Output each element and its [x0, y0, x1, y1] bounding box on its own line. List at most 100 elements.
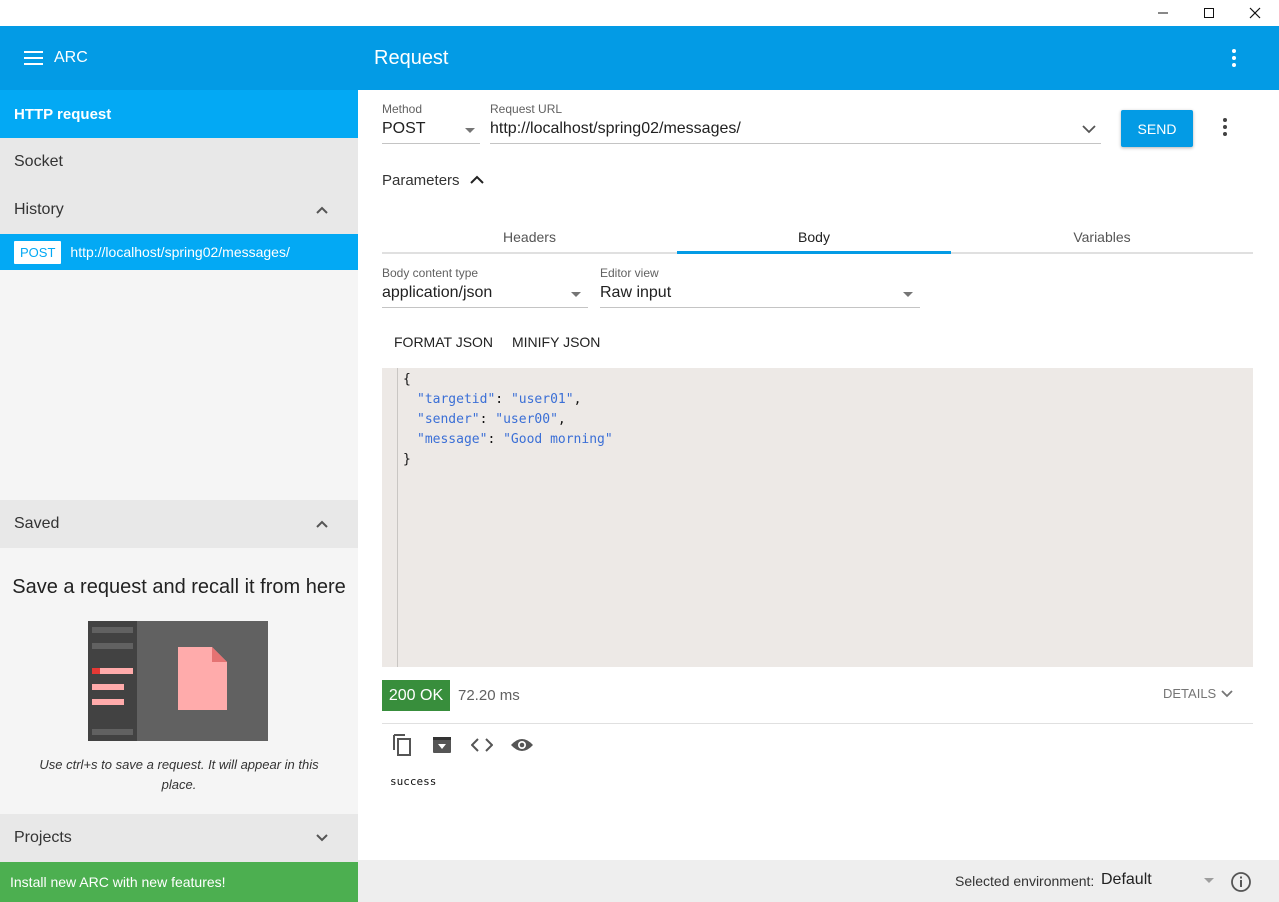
- editor-view-label: Editor view: [600, 266, 659, 280]
- saved-illustration-icon: [88, 621, 268, 741]
- tab-label: Variables: [1073, 229, 1131, 245]
- history-section-header[interactable]: History: [0, 186, 358, 234]
- nav-item-label: Socket: [14, 153, 63, 170]
- editor-view-value: Raw input: [600, 284, 672, 301]
- copy-button[interactable]: [390, 733, 414, 757]
- footer-bar: Selected environment: Default: [358, 860, 1279, 902]
- minimize-button[interactable]: [1140, 0, 1186, 26]
- info-button[interactable]: [1230, 871, 1252, 893]
- chevron-up-icon: [469, 175, 484, 184]
- install-banner-text: Install new ARC with new features!: [10, 874, 226, 890]
- status-badge: 200 OK: [382, 680, 450, 711]
- more-vert-icon: [1232, 49, 1236, 67]
- page-title: Request: [374, 47, 449, 69]
- minify-json-button[interactable]: MINIFY JSON: [512, 334, 600, 350]
- nav-item-socket[interactable]: Socket: [0, 138, 358, 186]
- dropdown-arrow-icon: [903, 292, 913, 297]
- method-label: Method: [382, 102, 423, 116]
- save-response-button[interactable]: [430, 733, 454, 757]
- tab-label: Headers: [503, 229, 556, 245]
- code-line: "sender": "user00",: [417, 412, 566, 427]
- url-underline: [490, 143, 1101, 144]
- body-content-type-select[interactable]: Body content type application/json: [382, 266, 588, 308]
- dropdown-arrow-icon: [465, 128, 475, 133]
- dropdown-arrow-icon: [571, 292, 581, 297]
- tab-variables[interactable]: Variables: [951, 220, 1253, 254]
- hamburger-menu-icon: [24, 51, 43, 65]
- window-titlebar: [0, 0, 1279, 26]
- details-label: DETAILS: [1163, 686, 1217, 701]
- sidebar-header: ARC: [0, 26, 358, 90]
- json-key: "message": [417, 432, 488, 447]
- response-time: 72.20 ms: [458, 687, 520, 704]
- history-url: http://localhost/spring02/messages/: [70, 244, 290, 260]
- json-value: "user00": [495, 412, 558, 427]
- main-header: Request: [358, 26, 1279, 90]
- section-title: Projects: [14, 829, 72, 846]
- code-line-open: {: [403, 372, 411, 387]
- editor-gutter: [382, 368, 398, 667]
- env-value: Default: [1101, 871, 1152, 888]
- minimize-icon: [1158, 12, 1168, 14]
- format-json-button[interactable]: FORMAT JSON: [394, 334, 493, 350]
- editor-view-underline: [600, 307, 920, 308]
- method-underline: [382, 143, 480, 144]
- code-line-close: }: [403, 452, 411, 467]
- parameters-label: Parameters: [382, 171, 460, 189]
- empty-state-title: Save a request and recall it from here: [12, 576, 346, 598]
- chevron-down-icon[interactable]: [1082, 124, 1096, 134]
- json-value: "user01": [510, 392, 574, 407]
- section-title: Saved: [14, 515, 60, 532]
- code-view-button[interactable]: [470, 733, 494, 757]
- menu-button[interactable]: [24, 50, 44, 71]
- sidebar: ARC HTTP request Socket History POST htt…: [0, 26, 358, 902]
- chevron-down-icon: [1221, 689, 1233, 697]
- section-title: History: [14, 201, 64, 218]
- send-button-label: SEND: [1137, 120, 1177, 137]
- chevron-up-icon[interactable]: [314, 202, 330, 218]
- url-input[interactable]: http://localhost/spring02/messages/: [490, 120, 1101, 138]
- nav-item-label: HTTP request: [14, 105, 112, 123]
- close-window-button[interactable]: [1232, 0, 1278, 26]
- tab-body[interactable]: Body: [677, 220, 951, 254]
- json-value: "Good morning": [503, 432, 613, 447]
- tab-label: Body: [798, 229, 830, 245]
- install-banner[interactable]: Install new ARC with new features!: [0, 862, 358, 902]
- code-icon: [471, 738, 493, 752]
- maximize-button[interactable]: [1186, 0, 1232, 26]
- empty-state-hint: Use ctrl+s to save a request. It will ap…: [39, 757, 319, 792]
- request-menu-button[interactable]: [1213, 115, 1237, 139]
- code-line: "targetid": "user01",: [417, 392, 582, 407]
- url-field[interactable]: Request URL http://localhost/spring02/me…: [490, 102, 1101, 144]
- method-badge: POST: [14, 240, 62, 264]
- eye-icon: [511, 739, 533, 751]
- header-menu-button[interactable]: [1222, 46, 1246, 70]
- method-select[interactable]: Method POST: [382, 102, 480, 144]
- preview-button[interactable]: [510, 733, 534, 757]
- env-select[interactable]: Default: [1101, 868, 1217, 892]
- request-panel: Method POST Request URL http://localhost…: [358, 90, 1278, 860]
- chevron-up-icon[interactable]: [314, 516, 330, 532]
- url-label: Request URL: [490, 102, 563, 116]
- parameters-toggle[interactable]: Parameters: [382, 170, 484, 190]
- nav-item-http-request[interactable]: HTTP request: [0, 90, 358, 138]
- copy-icon: [393, 734, 411, 756]
- saved-empty-state: Save a request and recall it from here U…: [0, 548, 358, 814]
- archive-icon: [433, 737, 451, 753]
- info-icon: [1231, 872, 1251, 892]
- editor-view-select[interactable]: Editor view Raw input: [600, 266, 920, 308]
- body-editor[interactable]: { "targetid": "user01", "sender": "user0…: [382, 368, 1253, 667]
- saved-section-header[interactable]: Saved: [0, 500, 358, 548]
- details-button[interactable]: DETAILS: [1163, 686, 1233, 701]
- send-button[interactable]: SEND: [1121, 110, 1193, 147]
- json-key: "sender": [417, 412, 480, 427]
- maximize-icon: [1204, 8, 1214, 18]
- chevron-down-icon[interactable]: [314, 830, 330, 846]
- projects-section-header[interactable]: Projects: [0, 814, 358, 862]
- tab-headers[interactable]: Headers: [382, 220, 677, 254]
- history-item[interactable]: POST http://localhost/spring02/messages/: [0, 234, 358, 270]
- active-tab-indicator: [677, 251, 951, 254]
- dropdown-arrow-icon: [1204, 878, 1214, 883]
- content-type-underline: [382, 307, 588, 308]
- json-key: "targetid": [417, 392, 496, 407]
